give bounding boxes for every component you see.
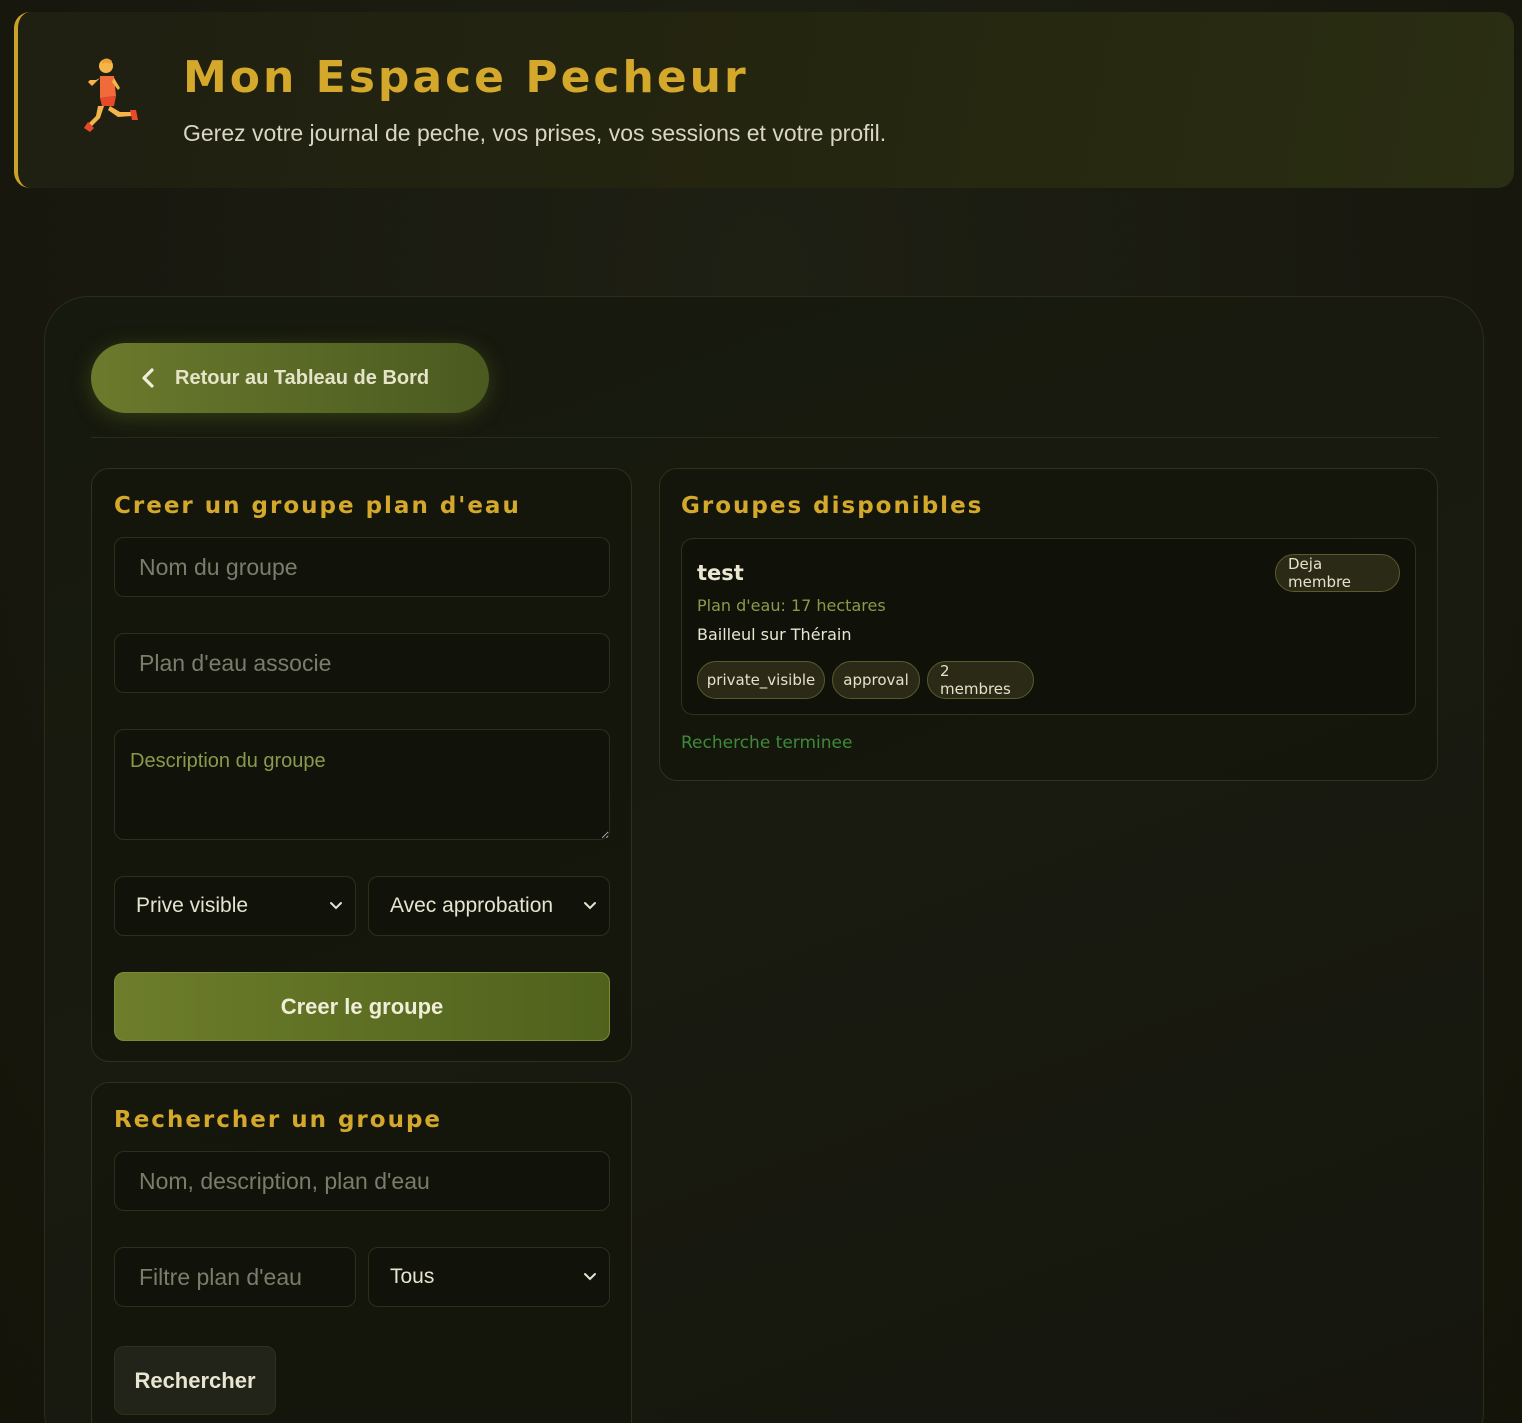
search-button[interactable]: Rechercher bbox=[114, 1346, 276, 1415]
create-group-title: Creer un groupe plan d'eau bbox=[114, 493, 521, 519]
chevron-down-icon bbox=[584, 1273, 596, 1281]
group-tag: approval bbox=[832, 661, 920, 699]
available-groups-card: Groupes disponibles test Plan d'eau: 17 … bbox=[659, 468, 1438, 781]
water-filter-input[interactable] bbox=[114, 1247, 356, 1307]
chevron-left-icon bbox=[142, 368, 154, 388]
type-filter-select[interactable]: Tous bbox=[368, 1247, 610, 1307]
create-group-card: Creer un groupe plan d'eau Prive visible… bbox=[91, 468, 632, 1062]
water-body-input[interactable] bbox=[114, 633, 610, 693]
group-name-input[interactable] bbox=[114, 537, 610, 597]
group-description-textarea[interactable] bbox=[114, 729, 610, 840]
membership-badge: Deja membre bbox=[1275, 554, 1400, 592]
search-status: Recherche terminee bbox=[681, 733, 853, 753]
approval-select[interactable]: Avec approbation bbox=[368, 876, 610, 936]
type-filter-value: Tous bbox=[390, 1265, 435, 1288]
create-group-button-label: Creer le groupe bbox=[280, 993, 444, 1019]
page-header: Mon Espace Pecheur Gerez votre journal d… bbox=[14, 12, 1514, 188]
back-button-label: Retour au Tableau de Bord bbox=[175, 366, 430, 389]
group-location: Bailleul sur Thérain bbox=[697, 625, 852, 644]
group-water-body: Plan d'eau: 17 hectares bbox=[697, 596, 886, 615]
visibility-select-value: Prive visible bbox=[136, 894, 249, 917]
back-to-dashboard-button[interactable]: Retour au Tableau de Bord bbox=[91, 343, 489, 413]
group-list-item[interactable]: test Plan d'eau: 17 hectares Bailleul su… bbox=[681, 538, 1416, 715]
main-panel: Retour au Tableau de Bord Creer un group… bbox=[44, 296, 1484, 1423]
search-button-label: Rechercher bbox=[134, 1367, 256, 1393]
page-title: Mon Espace Pecheur bbox=[183, 52, 749, 103]
group-name: test bbox=[697, 561, 744, 585]
chevron-down-icon bbox=[584, 902, 596, 910]
page-subtitle: Gerez votre journal de peche, vos prises… bbox=[183, 120, 887, 146]
search-group-card: Rechercher un groupe Tous Rechercher bbox=[91, 1082, 632, 1423]
search-group-title: Rechercher un groupe bbox=[114, 1107, 443, 1133]
chevron-down-icon bbox=[330, 902, 342, 910]
available-groups-title: Groupes disponibles bbox=[681, 493, 984, 519]
divider bbox=[91, 437, 1439, 438]
visibility-select[interactable]: Prive visible bbox=[114, 876, 356, 936]
runner-icon bbox=[84, 58, 138, 132]
approval-select-value: Avec approbation bbox=[390, 894, 554, 917]
create-group-button[interactable]: Creer le groupe bbox=[114, 972, 610, 1041]
search-query-input[interactable] bbox=[114, 1151, 610, 1211]
group-tag: 2 membres bbox=[927, 661, 1034, 699]
group-tag: private_visible bbox=[697, 661, 825, 699]
